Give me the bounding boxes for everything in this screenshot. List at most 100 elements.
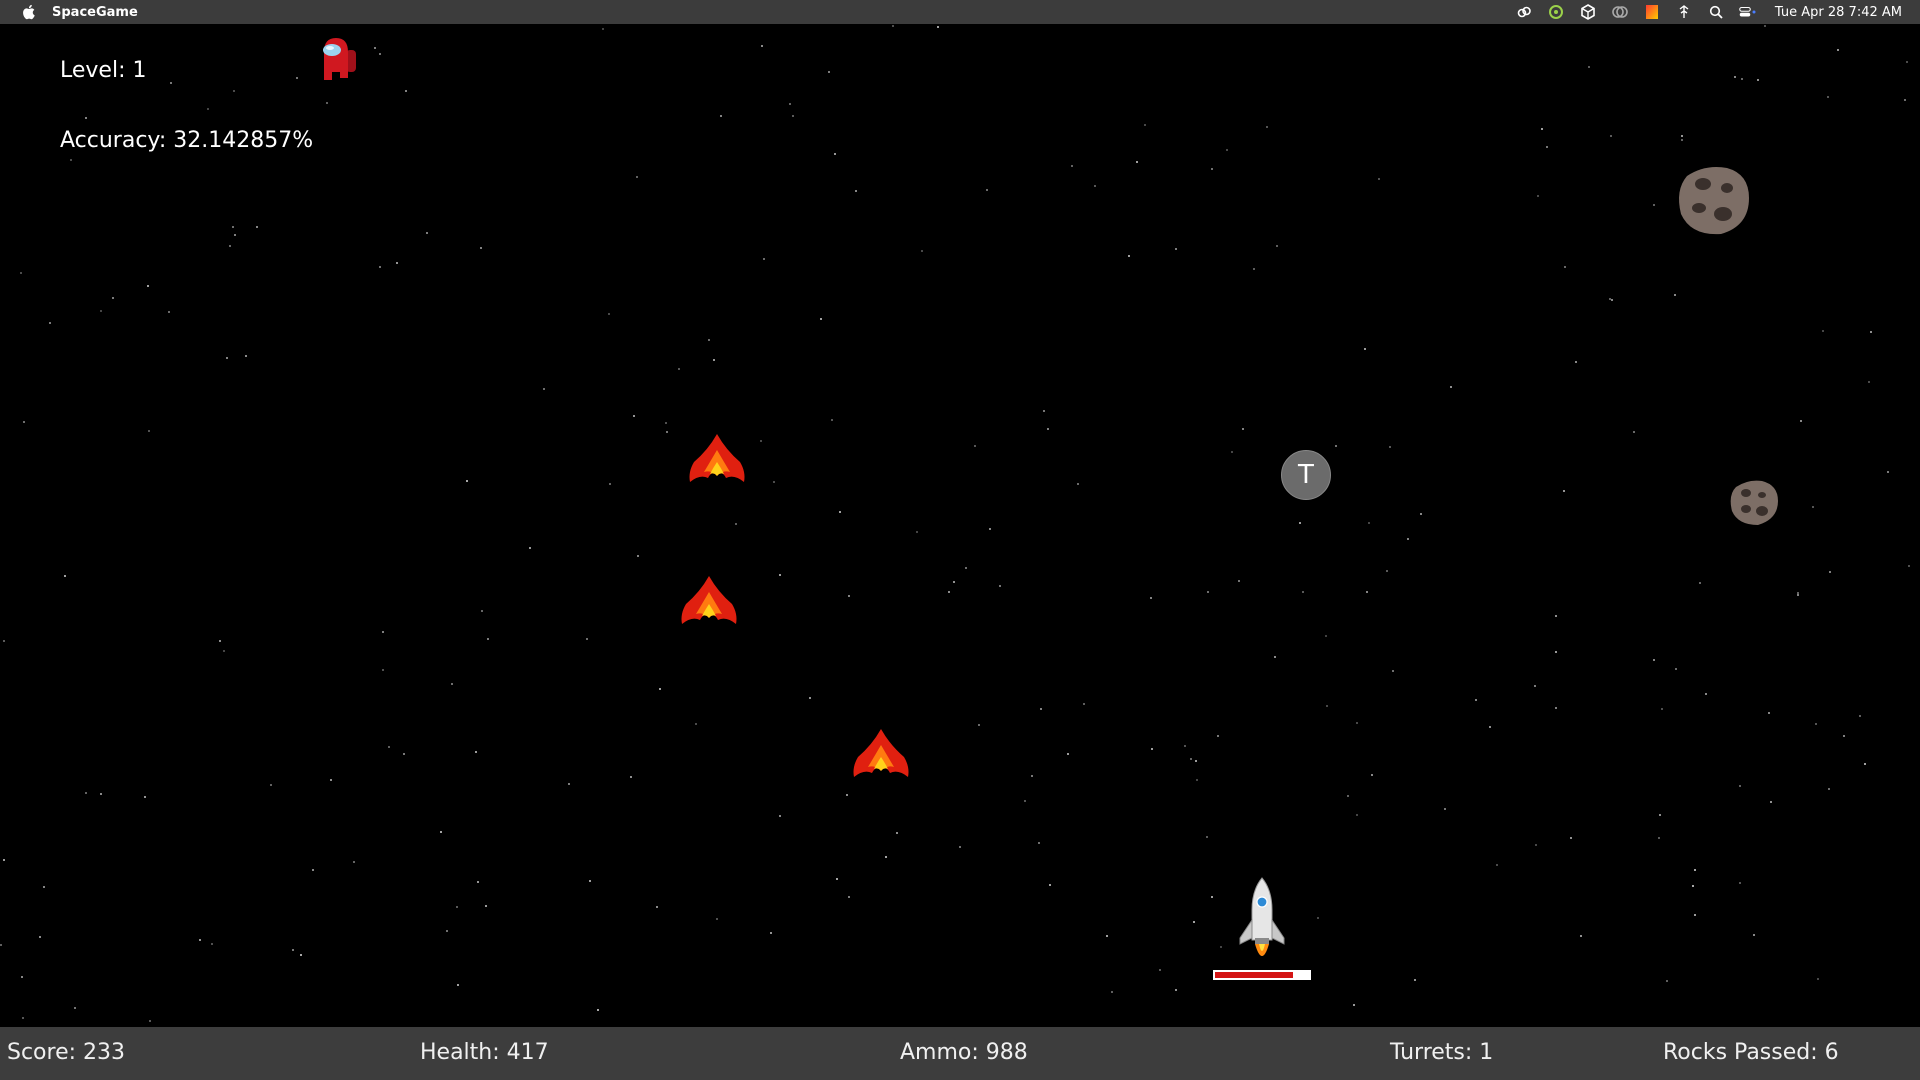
app-name-menu[interactable]: SpaceGame bbox=[52, 5, 138, 20]
star bbox=[1699, 582, 1701, 584]
star bbox=[608, 313, 610, 315]
star bbox=[405, 90, 407, 92]
sync-icon[interactable] bbox=[1547, 3, 1565, 21]
star bbox=[85, 117, 87, 119]
star bbox=[1653, 204, 1655, 206]
star bbox=[1144, 124, 1146, 126]
star bbox=[296, 77, 298, 79]
star bbox=[396, 262, 398, 264]
star bbox=[978, 724, 980, 726]
star bbox=[848, 896, 850, 898]
star bbox=[568, 783, 570, 785]
unity-icon[interactable] bbox=[1579, 3, 1597, 21]
star bbox=[312, 869, 314, 871]
star bbox=[219, 640, 221, 642]
star bbox=[1335, 445, 1337, 447]
star bbox=[1770, 801, 1772, 803]
star bbox=[256, 226, 258, 228]
star bbox=[586, 638, 588, 640]
star bbox=[1692, 885, 1694, 887]
star bbox=[855, 190, 857, 192]
star bbox=[820, 318, 822, 320]
star bbox=[3, 859, 5, 861]
star bbox=[1043, 410, 1045, 412]
star bbox=[446, 930, 448, 932]
star bbox=[1077, 483, 1079, 485]
star bbox=[1868, 381, 1870, 383]
turrets-label: Turrets: 1 bbox=[1390, 1040, 1494, 1065]
star bbox=[1489, 726, 1491, 728]
star bbox=[211, 943, 213, 945]
star bbox=[382, 669, 384, 671]
star bbox=[1610, 135, 1612, 137]
player-health-fill bbox=[1215, 972, 1293, 978]
star bbox=[1546, 146, 1548, 148]
star bbox=[1302, 591, 1304, 593]
star bbox=[1659, 814, 1661, 816]
star bbox=[1555, 615, 1557, 617]
star bbox=[1106, 935, 1108, 937]
star bbox=[937, 26, 939, 28]
star bbox=[828, 71, 830, 73]
cc-icon[interactable] bbox=[1611, 3, 1629, 21]
star bbox=[149, 1020, 151, 1022]
game-canvas[interactable]: Level: 1 Accuracy: 32.142857% T bbox=[0, 24, 1920, 1080]
star bbox=[948, 591, 950, 593]
star bbox=[1694, 914, 1696, 916]
star bbox=[1238, 580, 1240, 582]
creative-cloud-icon[interactable] bbox=[1515, 3, 1533, 21]
apple-logo-icon[interactable] bbox=[20, 3, 38, 21]
star bbox=[713, 359, 715, 361]
star bbox=[148, 430, 150, 432]
star bbox=[1128, 255, 1130, 257]
star bbox=[666, 431, 668, 433]
star bbox=[885, 856, 887, 858]
turret-powerup[interactable]: T bbox=[1281, 450, 1331, 500]
star bbox=[168, 311, 170, 313]
star bbox=[761, 45, 763, 47]
star bbox=[1356, 722, 1358, 724]
star bbox=[1206, 836, 1208, 838]
control-center-icon[interactable] bbox=[1739, 3, 1757, 21]
star bbox=[1739, 882, 1741, 884]
star bbox=[789, 103, 791, 105]
fire-enemy-icon bbox=[853, 729, 909, 777]
star bbox=[809, 697, 811, 699]
star bbox=[1184, 745, 1186, 747]
star bbox=[959, 846, 961, 848]
star bbox=[112, 297, 114, 299]
star bbox=[665, 422, 667, 424]
star bbox=[144, 796, 146, 798]
star bbox=[480, 247, 482, 249]
star bbox=[1195, 760, 1197, 762]
accuracy-label: Accuracy: 32.142857% bbox=[60, 128, 314, 153]
star bbox=[1904, 99, 1906, 101]
star bbox=[23, 421, 25, 423]
star bbox=[403, 753, 405, 755]
star bbox=[379, 266, 381, 268]
color-icon[interactable] bbox=[1643, 3, 1661, 21]
star bbox=[456, 906, 458, 908]
star bbox=[1757, 79, 1759, 81]
star bbox=[1534, 685, 1536, 687]
star bbox=[848, 595, 850, 597]
star bbox=[1753, 934, 1755, 936]
star bbox=[1049, 884, 1051, 886]
star bbox=[22, 1017, 24, 1019]
star bbox=[1800, 420, 1802, 422]
star bbox=[326, 102, 328, 104]
star bbox=[49, 322, 51, 324]
star bbox=[589, 880, 591, 882]
search-icon[interactable] bbox=[1707, 3, 1725, 21]
star bbox=[1175, 989, 1177, 991]
menubar-clock[interactable]: Tue Apr 28 7:42 AM bbox=[1775, 5, 1902, 20]
player-rocket-icon bbox=[1239, 877, 1285, 956]
fire-enemy-icon bbox=[681, 576, 737, 624]
star bbox=[1317, 917, 1319, 919]
star bbox=[233, 90, 235, 92]
star bbox=[678, 368, 680, 370]
ammo-label: Ammo: 988 bbox=[900, 1040, 1028, 1065]
network-icon[interactable] bbox=[1675, 3, 1693, 21]
star bbox=[1611, 299, 1613, 301]
star bbox=[1859, 715, 1861, 717]
